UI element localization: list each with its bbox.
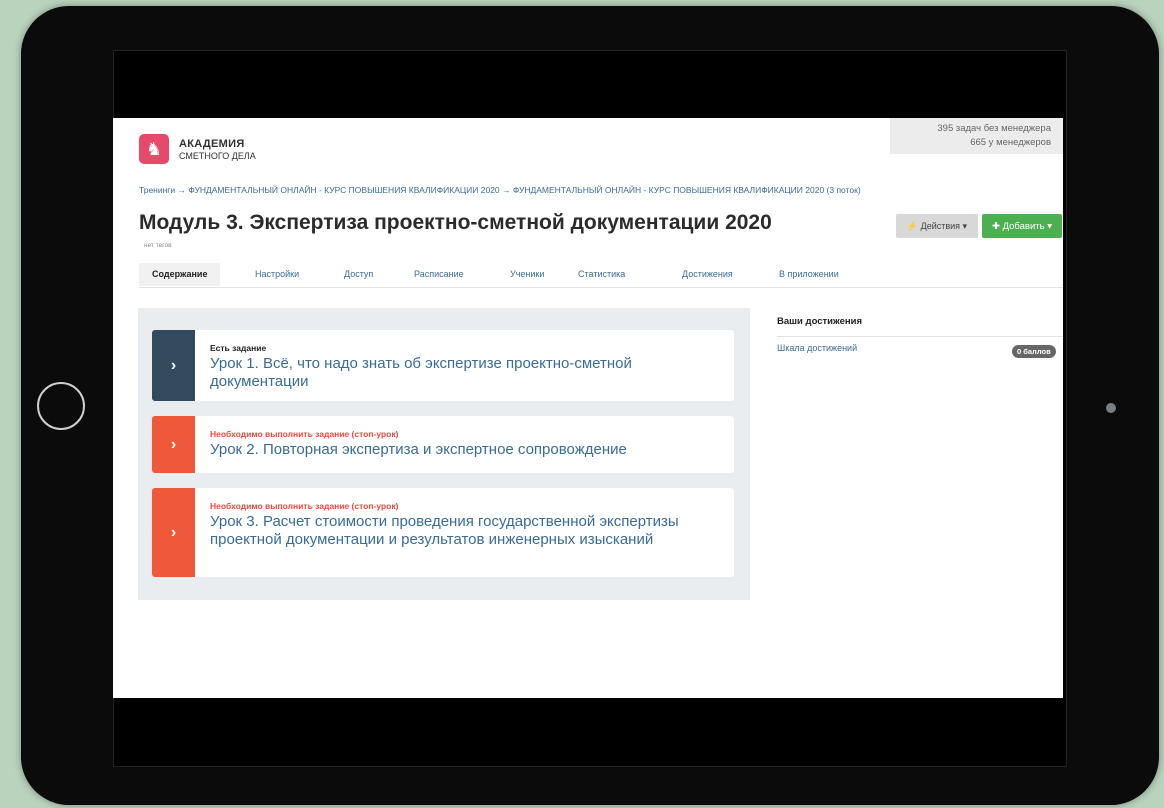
chevron-right-icon[interactable]: ›: [152, 330, 195, 401]
lion-emblem-icon[interactable]: ♞: [139, 134, 169, 164]
tab-access[interactable]: Доступ: [344, 263, 373, 286]
breadcrumb[interactable]: Тренинги → ФУНДАМЕНТАЛЬНЫЙ ОНЛАЙН - КУРС…: [139, 185, 861, 195]
lesson-title[interactable]: Урок 1. Всё, что надо знать об экспертиз…: [210, 355, 720, 391]
points-badge: 0 баллов: [1012, 345, 1056, 358]
tasks-without-manager[interactable]: 395 задач без менеджера: [890, 122, 1051, 136]
tab-achievements[interactable]: Достижения: [682, 263, 733, 286]
brand-name: АКАДЕМИЯ: [179, 138, 245, 150]
chevron-right-icon[interactable]: ›: [152, 488, 195, 577]
actions-dropdown-button[interactable]: ⚡ Действия ▾: [896, 214, 978, 238]
lessons-panel: › Есть задание Урок 1. Всё, что надо зна…: [138, 308, 750, 600]
lesson-status: Необходимо выполнить задание (стоп-урок): [210, 501, 399, 511]
tab-schedule[interactable]: Расписание: [414, 263, 464, 286]
achievements-scale-link[interactable]: Шкала достижений: [777, 343, 857, 353]
tab-in-app[interactable]: В приложении: [779, 263, 839, 286]
tasks-with-managers[interactable]: 665 у менеджеров: [890, 136, 1051, 150]
lesson-title[interactable]: Урок 2. Повторная экспертиза и экспертно…: [210, 441, 720, 459]
camera-icon: [1106, 403, 1116, 413]
web-page: ♞ АКАДЕМИЯ СМЕТНОГО ДЕЛА 395 задач без м…: [113, 118, 1063, 698]
lesson-title[interactable]: Урок 3. Расчет стоимости проведения госу…: [210, 513, 720, 549]
page-title: Модуль 3. Экспертиза проектно-сметной до…: [139, 211, 772, 234]
achievements-heading: Ваши достижения: [777, 316, 1063, 337]
lesson-status: Есть задание: [210, 343, 267, 353]
chevron-right-icon[interactable]: ›: [152, 416, 195, 473]
tab-bar: Содержание Настройки Доступ Расписание У…: [139, 263, 1063, 288]
tab-content[interactable]: Содержание: [139, 263, 221, 286]
brand-subtitle: СМЕТНОГО ДЕЛА: [179, 151, 256, 161]
tab-settings[interactable]: Настройки: [255, 263, 299, 286]
home-button[interactable]: [37, 382, 85, 430]
tasks-stats: 395 задач без менеджера 665 у менеджеров: [890, 118, 1063, 154]
lesson-card-2[interactable]: › Необходимо выполнить задание (стоп-уро…: [152, 416, 734, 473]
tags-label: нет тегов: [144, 242, 172, 249]
tab-statistics[interactable]: Статистика: [578, 263, 625, 286]
add-dropdown-button[interactable]: ✚ Добавить ▾: [982, 214, 1062, 238]
lesson-status: Необходимо выполнить задание (стоп-урок): [210, 429, 399, 439]
lesson-card-3[interactable]: › Необходимо выполнить задание (стоп-уро…: [152, 488, 734, 577]
tab-students[interactable]: Ученики: [510, 263, 544, 286]
lesson-card-1[interactable]: › Есть задание Урок 1. Всё, что надо зна…: [152, 330, 734, 401]
